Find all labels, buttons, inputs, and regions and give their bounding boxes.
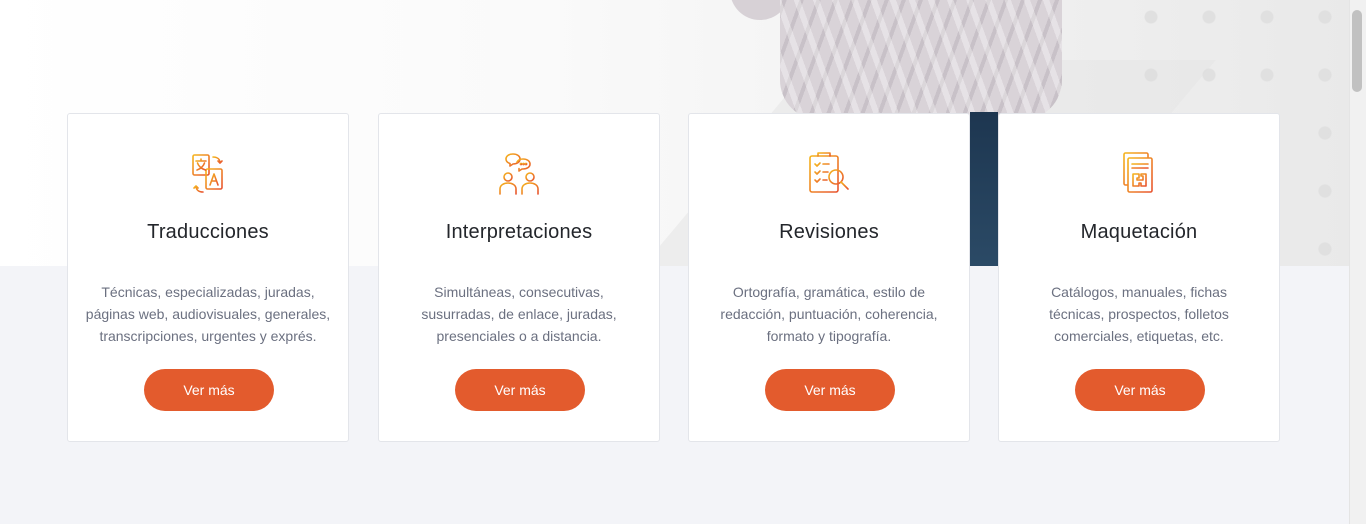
interpreters-chat-icon: [499, 153, 539, 195]
description-line: páginas web, audiovisuales, generales,: [85, 306, 331, 322]
ver-mas-button-interpretaciones[interactable]: Ver más: [455, 369, 585, 411]
service-card-maquetacion: Maquetación Catálogos, manuales, fichas …: [998, 113, 1280, 442]
document-layout-icon: [1123, 152, 1153, 193]
card-description: Ortografía, gramática, estilo de redacci…: [703, 281, 955, 347]
description-line: Catálogos, manuales, fichas: [1051, 284, 1227, 300]
card-title: Traducciones: [147, 221, 269, 243]
description-line: transcripciones, urgentes y exprés.: [99, 328, 317, 344]
description-line: Técnicas, especializadas, juradas,: [101, 284, 315, 300]
card-title: Maquetación: [1080, 221, 1198, 243]
card-title: Interpretaciones: [445, 221, 593, 243]
translate-icon: [192, 154, 223, 193]
service-card-traducciones: Traducciones Técnicas, especializadas, j…: [67, 113, 349, 442]
hero-photo-jeans: [970, 112, 998, 266]
hero-photo-sweater: [780, 0, 1062, 120]
description-line: comerciales, etiquetas, etc.: [1054, 328, 1224, 344]
service-card-interpretaciones: Interpretaciones Simultáneas, consecutiv…: [378, 113, 660, 442]
description-line: Simultáneas, consecutivas,: [434, 284, 604, 300]
ver-mas-button-revisiones[interactable]: Ver más: [765, 369, 895, 411]
card-description: Catálogos, manuales, fichas técnicas, pr…: [1013, 281, 1265, 347]
description-line: técnicas, prospectos, folletos: [1049, 306, 1229, 322]
service-card-revisiones: Revisiones Ortografía, gramática, estilo…: [688, 113, 970, 442]
description-line: redacción, puntuación, coherencia,: [720, 306, 938, 322]
card-description: Simultáneas, consecutivas, susurradas, d…: [393, 281, 645, 347]
scrollbar-thumb[interactable]: [1352, 10, 1362, 92]
card-title: Revisiones: [779, 221, 879, 243]
description-line: Ortografía, gramática, estilo de: [732, 284, 926, 300]
clipboard-magnifier-icon: [809, 152, 849, 193]
ver-mas-button-traducciones[interactable]: Ver más: [144, 369, 274, 411]
card-description: Técnicas, especializadas, juradas, págin…: [82, 281, 334, 347]
ver-mas-button-maquetacion[interactable]: Ver más: [1075, 369, 1205, 411]
description-line: susurradas, de enlace, juradas,: [421, 306, 617, 322]
page-scrollbar[interactable]: [1349, 0, 1366, 524]
description-line: presenciales o a distancia.: [436, 328, 602, 344]
description-line: formato y tipografía.: [766, 328, 892, 344]
